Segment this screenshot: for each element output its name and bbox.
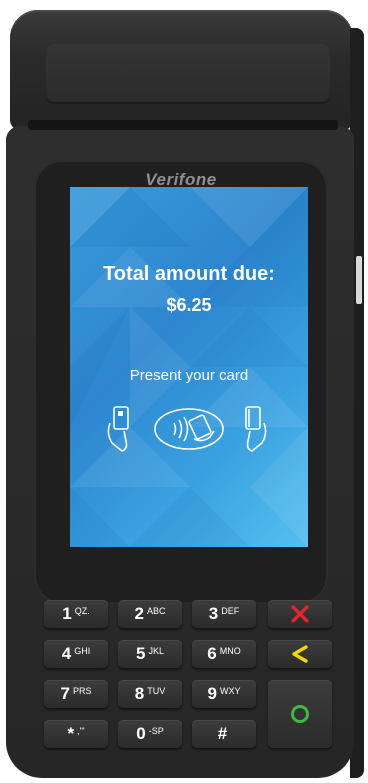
side-button[interactable] [356,256,362,304]
circle-icon [291,705,309,723]
key-2[interactable]: 2 ABC [118,600,182,628]
key-7[interactable]: 7 PRS [44,680,108,708]
key-1[interactable]: 1 QZ. [44,600,108,628]
printer-housing [10,10,353,130]
keypad: 1 QZ. 2 ABC 3 DEF 4 GHI 5 JKL 6 MNO 7 PRS 8 TUV … [44,600,336,760]
card-insert-icon [107,406,129,452]
printer-cover[interactable] [46,44,330,104]
card-swipe-icon [245,406,267,452]
key-hash[interactable]: # [192,720,256,748]
x-icon [291,605,309,623]
amount-due: $6.25 [166,295,212,315]
backspace-chevron-icon [292,645,308,663]
key-6[interactable]: 6 MNO [192,640,256,668]
payment-method-icons [70,403,308,459]
enter-button[interactable] [268,680,332,748]
cancel-button[interactable] [268,600,332,628]
key-8[interactable]: 8 TUV [118,680,182,708]
key-5[interactable]: 5 JKL [118,640,182,668]
present-card-prompt: Present your card [129,367,249,384]
display-screen[interactable]: Total amount due: $6.25 Present your car… [70,187,308,547]
key-star[interactable]: * ,'" [44,720,108,748]
contactless-tap-icon [154,408,224,450]
key-0[interactable]: 0 -SP [118,720,182,748]
paper-slot [28,120,338,130]
key-9[interactable]: 9 WXY [192,680,256,708]
clear-button[interactable] [268,640,332,668]
key-4[interactable]: 4 GHI [44,640,108,668]
total-amount-label: Total amount due: [103,263,275,285]
key-3[interactable]: 3 DEF [192,600,256,628]
